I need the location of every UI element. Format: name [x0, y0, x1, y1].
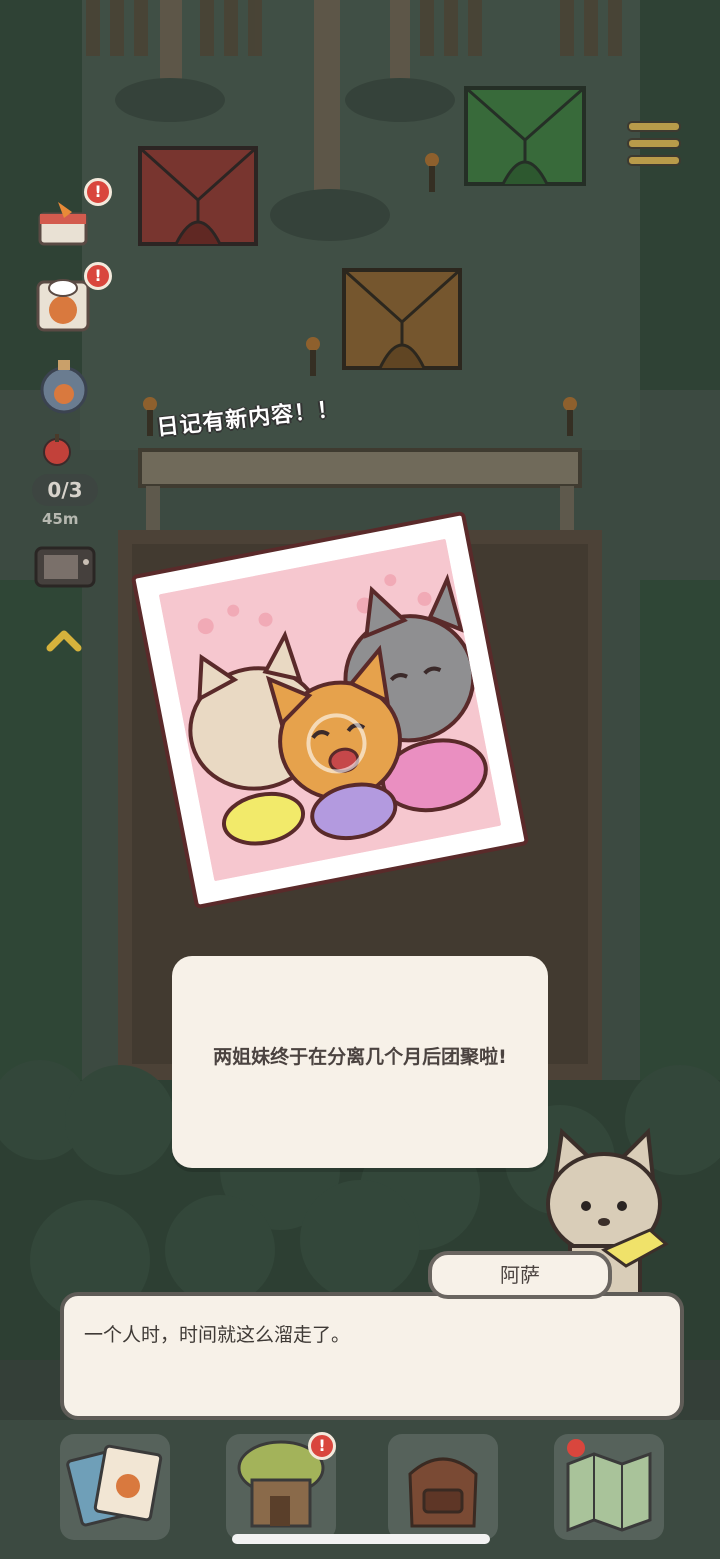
map-icon [566, 1439, 652, 1533]
expand-button[interactable] [46, 622, 82, 658]
home-indicator[interactable] [232, 1534, 490, 1544]
diary-photo-card[interactable] [130, 510, 530, 910]
apple-icon [43, 434, 71, 466]
catch-counter-widget[interactable]: 0/3 45m [32, 432, 102, 532]
dock-map-button[interactable] [554, 1434, 664, 1540]
chef-alert-badge: ! [84, 262, 112, 290]
shop-alert-badge: ! [84, 178, 112, 206]
bottle-icon [40, 360, 88, 414]
photo-caption-text: 两姐妹终于在分离几个月后团聚啦! [213, 1046, 507, 1068]
treehouse-alert-badge: ! [308, 1432, 336, 1460]
tv-button[interactable] [34, 540, 96, 598]
hamburger-menu-icon [627, 121, 681, 166]
three-cats-photo [158, 538, 502, 882]
catch-counter: 0/3 [32, 474, 98, 506]
bottle-button[interactable] [38, 356, 96, 414]
tv-icon [34, 546, 96, 588]
three-cats-photo-icon [158, 538, 502, 882]
dock-treehouse-button[interactable]: ! [226, 1432, 336, 1540]
dialogue-text: 一个人时，时间就这么溜走了。 [84, 1324, 351, 1346]
chef-cat-button[interactable]: ! [34, 262, 112, 334]
shop-truck-button[interactable]: ! [36, 178, 112, 254]
dock-backpack-button[interactable] [388, 1434, 498, 1540]
dialogue-box[interactable]: 一个人时，时间就这么溜走了。 [60, 1292, 684, 1420]
hamburger-menu-button[interactable] [626, 118, 684, 170]
chef-cat-icon [36, 279, 90, 332]
dock-album-button[interactable] [60, 1434, 170, 1540]
photo-caption-panel: 两姐妹终于在分离几个月后团聚啦! [172, 956, 548, 1168]
backpack-icon [408, 1457, 478, 1528]
chevron-up-icon [46, 630, 82, 652]
distance-label: 45m [42, 510, 79, 528]
photo-album-icon [66, 1444, 163, 1527]
shop-truck-icon [38, 202, 88, 246]
speaker-name-tag: 阿萨 [428, 1251, 612, 1299]
